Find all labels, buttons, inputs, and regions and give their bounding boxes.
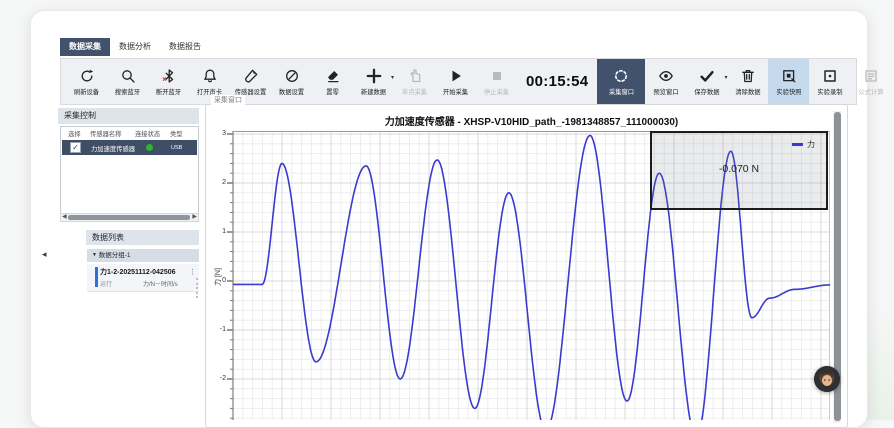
sensor-checkbox[interactable]: ✓ xyxy=(70,142,81,153)
chart-legend: 力 xyxy=(792,139,815,150)
connection-status-dot xyxy=(146,144,153,151)
avatar-face-icon xyxy=(814,366,840,392)
column-header: 传感器名称 xyxy=(90,129,121,138)
collect-control-header: 采集控制 xyxy=(58,108,199,124)
snapshot-icon xyxy=(781,68,797,84)
stop-icon xyxy=(489,68,505,84)
sensor-icon xyxy=(243,68,259,84)
sensor-name: 力加速度传感器 xyxy=(91,144,135,153)
toolbar-button-clear-data[interactable]: 清除数据 xyxy=(727,59,768,104)
formula-icon xyxy=(863,68,879,84)
hand-point-icon xyxy=(407,68,423,84)
y-tick-label: 2 xyxy=(210,179,226,186)
toolbar-button-new-data[interactable]: 新建数据▾ xyxy=(353,59,394,104)
toolbar-button-search-bluetooth[interactable]: 搜索蓝牙 xyxy=(107,59,148,104)
toolbar-button-stop-collect: 停止采集 xyxy=(476,59,517,104)
data-list-item[interactable]: 力1-2-20251112-042506 ⋮ 运行 力/N－时间/s xyxy=(87,264,199,292)
record-icon xyxy=(822,68,838,84)
eye-icon xyxy=(658,68,674,84)
bell-icon xyxy=(202,68,218,84)
toolbar-button-preview-window[interactable]: 预览窗口 xyxy=(645,59,686,104)
hscroll-right-arrow-icon[interactable]: ▶ xyxy=(192,213,197,222)
y-tick-label: 3 xyxy=(210,130,226,137)
toolbar-button-zero[interactable]: 置零 xyxy=(312,59,353,104)
toolbar-button-start-collect[interactable]: 开始采集 xyxy=(435,59,476,104)
tab-data-collect[interactable]: 数据采集 xyxy=(60,38,110,56)
data-list-header: 数据列表 xyxy=(86,230,199,245)
group-expander-icon[interactable]: ▼ xyxy=(92,252,97,258)
hscroll-thumb[interactable] xyxy=(68,215,190,220)
data-group-row[interactable]: ▼ 数据分组-1 xyxy=(87,249,199,262)
y-tick-label: -1 xyxy=(210,326,226,333)
toolbar-button-refresh-device[interactable]: 刷新设备 xyxy=(66,59,107,104)
toolbar-button-collect-window[interactable]: 采集窗口 xyxy=(597,59,645,104)
tab-data-report[interactable]: 数据报告 xyxy=(160,38,210,56)
toolbar-button-experiment-snapshot[interactable]: 实验快照 xyxy=(768,59,809,104)
legend-series-label: 力 xyxy=(807,139,815,150)
check-icon xyxy=(699,68,715,84)
chart-groupbox-label: 采集窗口 xyxy=(211,95,245,105)
trash-icon xyxy=(740,68,756,84)
sensor-row[interactable]: ✓ 力加速度传感器 USB xyxy=(62,140,197,155)
toolbar: 刷新设备搜索蓝牙断开蓝牙打开声卡传感器设置数据设置置零新建数据▾单点采集开始采集… xyxy=(60,58,857,105)
assistant-avatar-button[interactable] xyxy=(814,366,840,392)
toolbar-button-single-point-collect: 单点采集 xyxy=(394,59,435,104)
sensor-type: USB xyxy=(171,145,182,151)
bluetooth-off-icon xyxy=(161,68,177,84)
toolbar-button-experiment-record[interactable]: 实验录制 xyxy=(809,59,850,104)
settings-icon xyxy=(284,68,300,84)
main-tabs: 数据采集 数据分析 数据报告 xyxy=(60,38,210,56)
hscroll-left-arrow-icon[interactable]: ◀ xyxy=(62,213,67,222)
item-state: 运行 xyxy=(100,279,112,288)
dashed-circle-icon xyxy=(613,68,629,84)
eraser-icon xyxy=(325,68,341,84)
app-window: 数据采集 数据分析 数据报告 刷新设备搜索蓝牙断开蓝牙打开声卡传感器设置数据设置… xyxy=(0,0,894,420)
sensor-table: 选择传感器名称 连接状态 类型 ✓ 力加速度传感器 USB xyxy=(60,126,199,222)
chart-title: 力加速度传感器 - XHSP-V10HID_path_-1981348857_1… xyxy=(233,113,830,128)
group-label: 数据分组-1 xyxy=(99,252,131,259)
toolbar-button-disconnect-bluetooth[interactable]: 断开蓝牙 xyxy=(148,59,189,104)
collection-timer: 00:15:54 xyxy=(517,73,597,90)
measurement-annotation: -0.070 N xyxy=(650,163,828,175)
toolbar-button-data-settings[interactable]: 数据设置 xyxy=(271,59,312,104)
panel-splitter-handle[interactable] xyxy=(196,278,198,298)
legend-line-swatch xyxy=(792,143,803,146)
y-tick-label: 0 xyxy=(210,277,226,284)
column-header: 类型 xyxy=(170,129,183,138)
column-header: 连接状态 xyxy=(135,129,160,138)
sensor-table-hscrollbar[interactable]: ◀ ▶ xyxy=(60,213,199,222)
item-axes: 力/N－时间/s xyxy=(143,279,178,288)
search-icon xyxy=(120,68,136,84)
toolbar-button-save-data[interactable]: 保存数据▾ xyxy=(686,59,727,104)
sidebar-collapse-icon[interactable]: ◂ xyxy=(42,249,47,260)
item-title: 力1-2-20251112-042506 xyxy=(100,267,176,277)
column-header: 选择 xyxy=(68,129,81,138)
y-tick-label: -2 xyxy=(210,375,226,382)
refresh-icon xyxy=(79,68,95,84)
item-accent-bar xyxy=(95,267,98,287)
item-menu-icon[interactable]: ⋮ xyxy=(189,268,196,276)
plus-icon xyxy=(366,68,382,84)
toolbar-button-formula-calc: 公式计算 xyxy=(850,59,891,104)
play-icon xyxy=(448,68,464,84)
tab-data-analysis[interactable]: 数据分析 xyxy=(110,38,160,56)
y-tick-label: 1 xyxy=(210,228,226,235)
